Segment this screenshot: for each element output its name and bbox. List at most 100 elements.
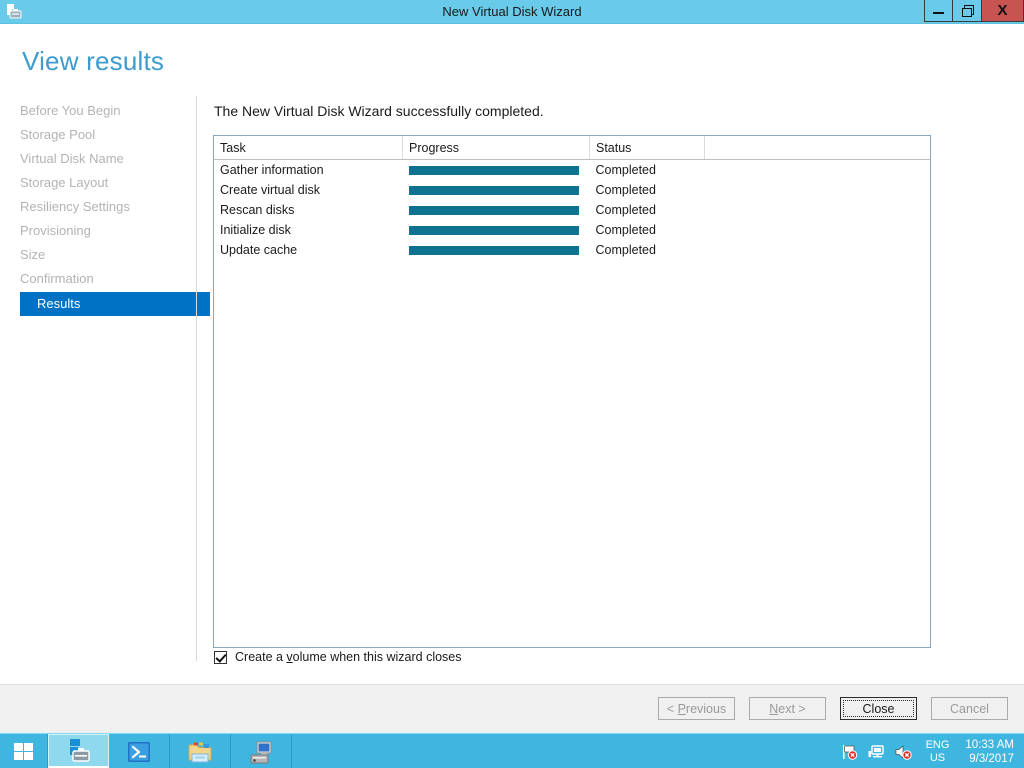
taskbar-item-server-manager[interactable] [48,734,109,768]
create-volume-checkbox-row[interactable]: Create a volume when this wizard closes [214,650,462,664]
column-header-task[interactable]: Task [214,136,403,160]
sidebar-item-resiliency-settings[interactable]: Resiliency Settings [0,196,190,218]
progress-bar [409,206,579,215]
table-row[interactable]: Update cacheCompleted [214,240,931,260]
restore-button[interactable] [953,0,982,22]
results-table: Task Progress Status Gather informationC… [214,136,931,260]
minimize-button[interactable] [924,0,953,22]
cell-extra [705,160,932,181]
restore-icon [962,5,973,16]
cell-status: Completed [590,180,705,200]
column-header-progress[interactable]: Progress [403,136,590,160]
cell-status: Completed [590,200,705,220]
taskbar-item-computer-management[interactable] [231,734,292,768]
clock[interactable]: 10:33 AM 9/3/2017 [965,738,1014,766]
column-header-extra[interactable] [705,136,932,160]
sidebar-item-storage-pool[interactable]: Storage Pool [0,124,190,146]
sidebar-item-storage-layout[interactable]: Storage Layout [0,172,190,194]
checkbox-text-after: olume when this wizard closes [293,650,462,664]
cell-task: Update cache [214,240,403,260]
close-icon: X [997,3,1007,18]
column-header-status[interactable]: Status [590,136,705,160]
progress-bar [409,246,579,255]
cell-task: Gather information [214,160,403,181]
cell-status: Completed [590,220,705,240]
powershell-icon [125,738,153,766]
close-button[interactable]: Close [840,697,917,720]
cell-extra [705,200,932,220]
completion-message: The New Virtual Disk Wizard successfully… [214,103,544,119]
wizard-button-bar: < Previous Next > Close Cancel [0,684,1024,734]
cell-progress [403,180,590,200]
progress-bar [409,166,579,175]
sidebar-item-virtual-disk-name[interactable]: Virtual Disk Name [0,148,190,170]
clock-date: 9/3/2017 [965,752,1014,766]
computer-management-icon [247,738,275,766]
table-row[interactable]: Initialize disk Completed [214,220,931,240]
language-indicator[interactable]: ENG US [926,739,950,765]
results-panel: Task Progress Status Gather informationC… [213,135,931,648]
progress-bar-fill [409,206,579,215]
table-header-row: Task Progress Status [214,136,931,160]
system-tray: ENG US 10:33 AM 9/3/2017 [840,734,1024,768]
button-label: Close [863,702,895,716]
progress-bar-fill [409,226,579,235]
action-center-flag-icon[interactable] [840,743,858,761]
wizard-buttons: < Previous Next > Close Cancel [658,697,1008,720]
cell-task: Rescan disks [214,200,403,220]
sidebar-item-confirmation[interactable]: Confirmation [0,268,190,290]
page-title: View results [22,46,164,77]
clock-time: 10:33 AM [965,738,1014,752]
cell-extra [705,220,932,240]
previous-button[interactable]: < Previous [658,697,735,720]
button-label: Cancel [950,702,989,716]
language-line-1: ENG [926,739,950,752]
sidebar-item-provisioning[interactable]: Provisioning [0,220,190,242]
cell-extra [705,240,932,260]
window-controls: X [924,0,1024,23]
wizard-window: New Virtual Disk Wizard X View results B… [0,0,1024,768]
start-button[interactable] [0,734,48,768]
file-explorer-icon [186,738,214,766]
progress-bar [409,186,579,195]
taskbar-apps [48,734,292,768]
taskbar-item-file-explorer[interactable] [170,734,231,768]
close-button[interactable]: X [982,0,1024,22]
cell-status: Completed [590,160,705,181]
progress-bar-fill [409,186,579,195]
button-label: Next > [769,702,805,716]
server-manager-icon [65,737,93,765]
table-row[interactable]: Gather information Completed [214,160,931,181]
cell-task: Create virtual disk [214,180,403,200]
sidebar-item-results[interactable]: Results [20,292,210,316]
wizard-step-nav: Before You BeginStorage PoolVirtual Disk… [0,100,196,318]
volume-muted-icon[interactable] [894,743,912,761]
table-row[interactable]: Rescan disks Completed [214,200,931,220]
cell-progress [403,200,590,220]
button-label: < Previous [667,702,726,716]
sidebar-divider [196,96,197,661]
progress-bar-fill [409,246,579,255]
cell-task: Initialize disk [214,220,403,240]
create-volume-checkbox[interactable] [214,651,227,664]
sidebar-item-size[interactable]: Size [0,244,190,266]
network-icon[interactable] [867,743,885,761]
window-title: New Virtual Disk Wizard [0,0,1024,23]
results-table-body: Gather informationCompletedCreate virtua… [214,160,931,261]
next-button[interactable]: Next > [749,697,826,720]
checkbox-text-before: Create a [235,650,286,664]
sidebar-item-before-you-begin[interactable]: Before You Begin [0,100,190,122]
windows-start-icon [13,741,35,763]
cell-progress [403,160,590,181]
cell-progress [403,220,590,240]
table-row[interactable]: Create virtual disk Completed [214,180,931,200]
cell-extra [705,180,932,200]
title-bar: New Virtual Disk Wizard X [0,0,1024,24]
progress-bar-fill [409,166,579,175]
taskbar-item-powershell[interactable] [109,734,170,768]
cancel-button[interactable]: Cancel [931,697,1008,720]
minimize-icon [933,12,944,14]
language-line-2: US [926,752,950,765]
cell-progress [403,240,590,260]
taskbar: ENG US 10:33 AM 9/3/2017 [0,733,1024,768]
